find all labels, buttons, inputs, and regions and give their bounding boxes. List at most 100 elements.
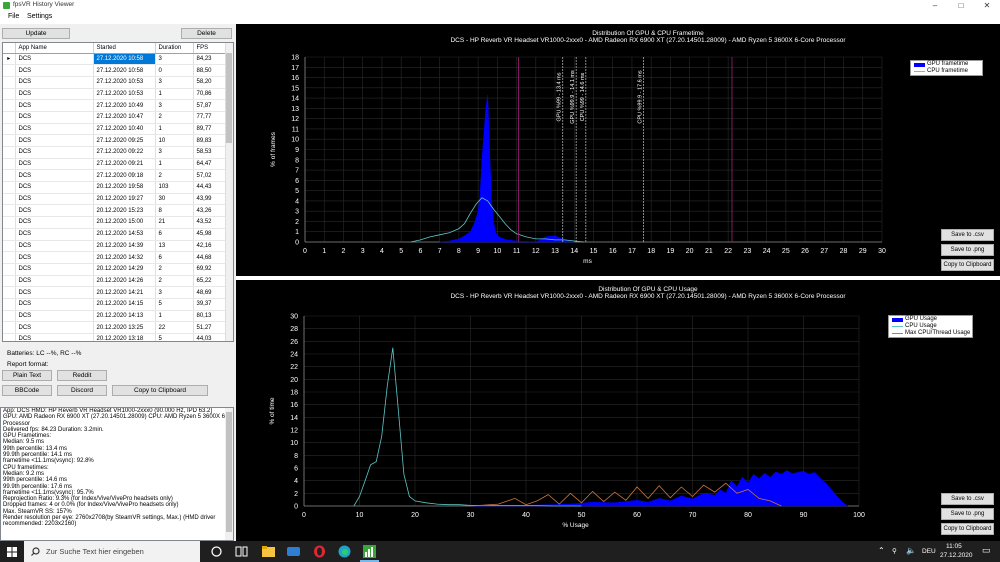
maximize-button[interactable]: □ bbox=[948, 0, 974, 11]
cell-fps[interactable]: 39,37 bbox=[193, 298, 228, 311]
report-scrollbar[interactable] bbox=[225, 408, 233, 540]
table-row[interactable]: DCS 27.12.2020 10:49 3 57,87 bbox=[3, 99, 228, 112]
tray-chevron-icon[interactable]: ⌃ bbox=[878, 546, 885, 555]
cell-app-name[interactable]: DCS bbox=[15, 146, 94, 159]
sessions-table[interactable]: App Name Started Duration FPS ▸ DCS 27.12.… bbox=[2, 42, 234, 342]
cell-app-name[interactable]: DCS bbox=[15, 321, 94, 334]
table-scrollbar[interactable] bbox=[225, 43, 233, 341]
cell-duration[interactable]: 2 bbox=[155, 275, 194, 288]
cell-started[interactable]: 27.12.2020 10:47 bbox=[93, 111, 156, 124]
cell-app-name[interactable]: DCS bbox=[15, 193, 94, 206]
table-row[interactable]: DCS 20.12.2020 15:00 21 43,52 bbox=[3, 216, 228, 229]
cell-duration[interactable]: 5 bbox=[155, 298, 194, 311]
cell-app-name[interactable]: DCS bbox=[15, 204, 94, 218]
cell-duration[interactable]: 22 bbox=[155, 321, 194, 334]
cortana-icon[interactable] bbox=[210, 545, 223, 558]
cell-duration[interactable]: 1 bbox=[155, 123, 194, 136]
row-selector[interactable] bbox=[3, 181, 16, 194]
table-row[interactable]: DCS 20.12.2020 14:21 3 48,69 bbox=[3, 286, 228, 299]
cell-started[interactable]: 20.12.2020 14:39 bbox=[93, 240, 156, 253]
cell-started[interactable]: 27.12.2020 09:25 bbox=[93, 134, 156, 147]
cell-fps[interactable]: 45,98 bbox=[193, 228, 228, 241]
cell-duration[interactable]: 30 bbox=[155, 193, 194, 206]
plain-text-button[interactable]: Plain Text bbox=[2, 370, 52, 381]
network-icon[interactable]: ⚲ bbox=[892, 547, 897, 555]
cell-fps[interactable]: 44,68 bbox=[193, 251, 228, 264]
cell-fps[interactable]: 89,77 bbox=[193, 123, 228, 136]
table-row[interactable]: DCS 20.12.2020 14:13 1 80,13 bbox=[3, 310, 228, 323]
cell-started[interactable]: 20.12.2020 13:18 bbox=[93, 333, 156, 341]
table-row[interactable]: DCS 20.12.2020 14:32 6 44,68 bbox=[3, 251, 228, 264]
cell-duration[interactable]: 103 bbox=[155, 181, 194, 194]
table-scroll-thumb[interactable] bbox=[226, 53, 232, 143]
cell-duration[interactable]: 2 bbox=[155, 111, 194, 124]
cell-duration[interactable]: 10 bbox=[155, 134, 194, 147]
cell-started[interactable]: 20.12.2020 14:29 bbox=[93, 263, 156, 276]
row-selector[interactable] bbox=[3, 193, 16, 206]
cell-app-name[interactable]: DCS bbox=[15, 251, 94, 264]
column-header-app[interactable]: App Name bbox=[15, 43, 94, 54]
cell-app-name[interactable]: DCS bbox=[15, 158, 94, 171]
cell-started[interactable]: 20.12.2020 19:58 bbox=[93, 181, 156, 194]
row-selector[interactable] bbox=[3, 298, 16, 311]
column-header-started[interactable]: Started bbox=[93, 43, 156, 54]
row-selector[interactable] bbox=[3, 88, 16, 101]
row-selector[interactable] bbox=[3, 275, 16, 288]
column-header-fps[interactable]: FPS bbox=[193, 43, 228, 54]
table-row[interactable]: ▸ DCS 27.12.2020 10:58 3 84,23 bbox=[3, 53, 228, 66]
cell-app-name[interactable]: DCS bbox=[15, 263, 94, 276]
usage-save-csv-button[interactable]: Save to .csv bbox=[941, 493, 994, 505]
usage-copy-button[interactable]: Copy to Clipboard bbox=[941, 523, 994, 535]
cell-duration[interactable]: 2 bbox=[155, 263, 194, 276]
bbcode-button[interactable]: BBCode bbox=[2, 385, 52, 396]
cell-fps[interactable]: 44,03 bbox=[193, 333, 228, 341]
cell-duration[interactable]: 21 bbox=[155, 216, 194, 229]
row-selector[interactable] bbox=[3, 228, 16, 241]
cell-duration[interactable]: 1 bbox=[155, 158, 194, 171]
cell-fps[interactable]: 57,02 bbox=[193, 169, 228, 183]
table-row[interactable]: DCS 20.12.2020 19:58 103 44,43 bbox=[3, 181, 228, 194]
cell-fps[interactable]: 44,43 bbox=[193, 181, 228, 194]
cell-duration[interactable]: 8 bbox=[155, 204, 194, 218]
cell-started[interactable]: 27.12.2020 10:58 bbox=[93, 64, 156, 77]
delete-button[interactable]: Delete bbox=[181, 28, 232, 39]
cell-app-name[interactable]: DCS bbox=[15, 298, 94, 311]
cell-fps[interactable]: 64,47 bbox=[193, 158, 228, 171]
copy-report-button[interactable]: Copy to Clipboard bbox=[112, 385, 208, 396]
cell-fps[interactable]: 89,83 bbox=[193, 134, 228, 147]
frametime-save-png-button[interactable]: Save to .png bbox=[941, 244, 994, 256]
frametime-save-csv-button[interactable]: Save to .csv bbox=[941, 229, 994, 241]
row-selector[interactable] bbox=[3, 240, 16, 253]
clock-date[interactable]: 27.12.2020 bbox=[940, 552, 973, 559]
row-selector[interactable] bbox=[3, 310, 16, 323]
cell-app-name[interactable]: DCS bbox=[15, 53, 94, 66]
cell-duration[interactable]: 6 bbox=[155, 251, 194, 264]
cell-started[interactable]: 20.12.2020 14:26 bbox=[93, 275, 156, 288]
row-selector[interactable] bbox=[3, 99, 16, 112]
table-row[interactable]: DCS 20.12.2020 14:29 2 69,92 bbox=[3, 263, 228, 276]
cell-app-name[interactable]: DCS bbox=[15, 99, 94, 112]
cell-fps[interactable]: 77,77 bbox=[193, 111, 228, 124]
usage-save-png-button[interactable]: Save to .png bbox=[941, 508, 994, 520]
report-scroll-thumb[interactable] bbox=[226, 412, 232, 532]
cell-app-name[interactable]: DCS bbox=[15, 64, 94, 77]
table-row[interactable]: DCS 27.12.2020 09:25 10 89,83 bbox=[3, 134, 228, 147]
cell-fps[interactable]: 57,87 bbox=[193, 99, 228, 112]
cell-fps[interactable]: 58,20 bbox=[193, 76, 228, 89]
row-selector[interactable] bbox=[3, 123, 16, 136]
cell-fps[interactable]: 58,53 bbox=[193, 146, 228, 159]
row-selector[interactable] bbox=[3, 216, 16, 229]
cell-app-name[interactable]: DCS bbox=[15, 228, 94, 241]
cell-started[interactable]: 20.12.2020 15:23 bbox=[93, 204, 156, 218]
cell-started[interactable]: 27.12.2020 10:53 bbox=[93, 76, 156, 89]
cell-app-name[interactable]: DCS bbox=[15, 88, 94, 101]
task-view-icon[interactable] bbox=[235, 545, 248, 558]
column-header-duration[interactable]: Duration bbox=[155, 43, 194, 54]
cell-app-name[interactable]: DCS bbox=[15, 169, 94, 183]
cell-app-name[interactable]: DCS bbox=[15, 286, 94, 299]
cell-started[interactable]: 20.12.2020 14:15 bbox=[93, 298, 156, 311]
table-row[interactable]: DCS 20.12.2020 15:23 8 43,26 bbox=[3, 204, 228, 218]
cell-duration[interactable]: 1 bbox=[155, 310, 194, 323]
cell-started[interactable]: 20.12.2020 14:21 bbox=[93, 286, 156, 299]
cell-app-name[interactable]: DCS bbox=[15, 275, 94, 288]
